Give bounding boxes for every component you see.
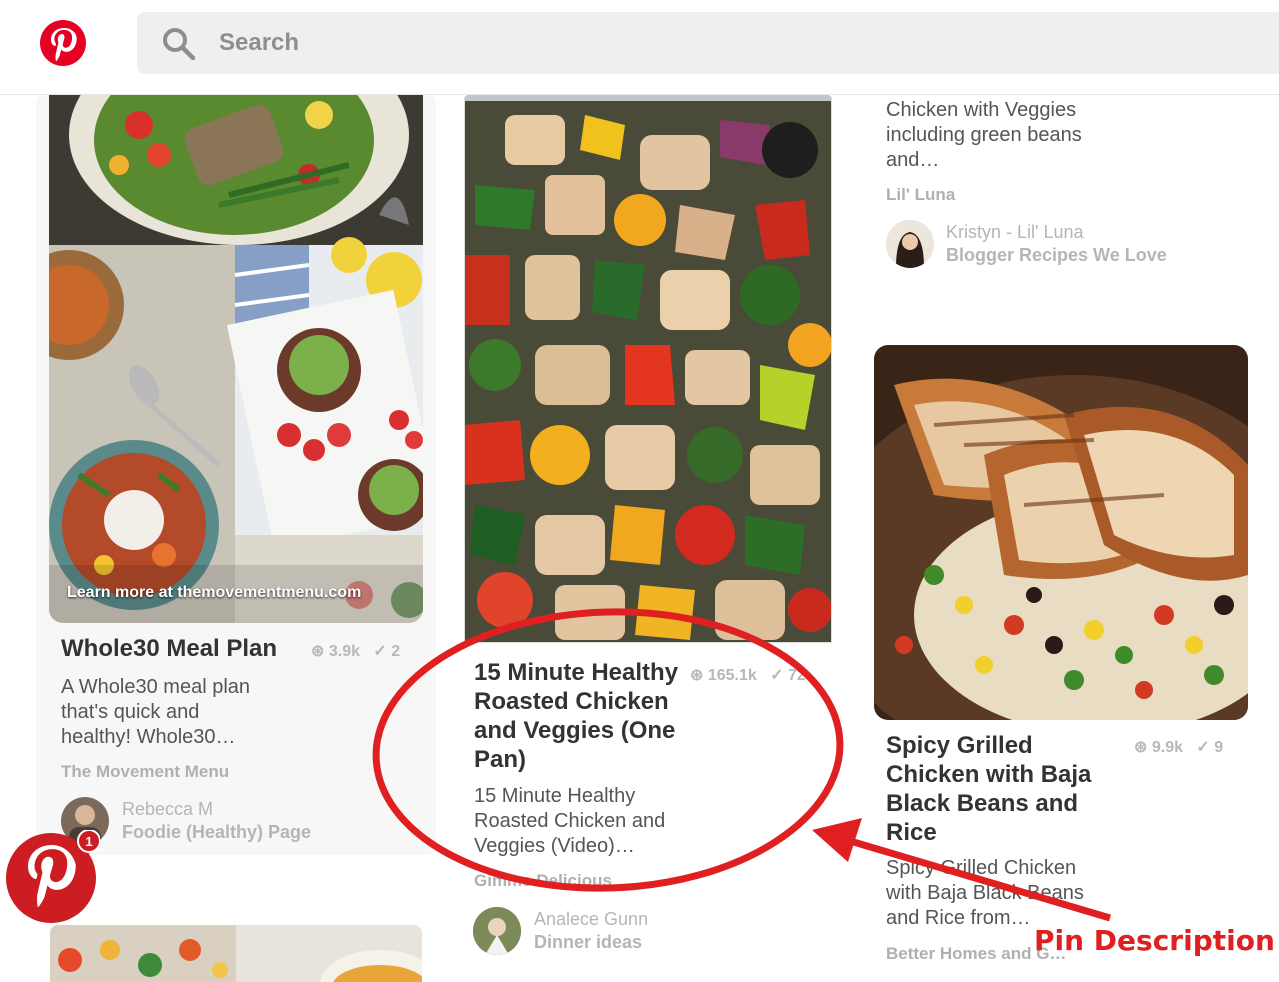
pin-card-whole30[interactable]: Learn more at themovementmenu.com Whole3… bbox=[36, 95, 436, 855]
pin-stats: ⊛ 165.1k ✓ 72 bbox=[690, 665, 806, 685]
search-icon bbox=[163, 28, 196, 61]
pin-image-overlay-text: Learn more at themovementmenu.com bbox=[67, 584, 362, 601]
pin-description: Chicken with Veggies including green bea… bbox=[886, 99, 1082, 171]
pin-description: A Whole30 meal plan that's quick and hea… bbox=[61, 676, 251, 748]
pin-source-link[interactable]: The Movement Menu bbox=[61, 762, 229, 782]
board-name: Blogger Recipes We Love bbox=[946, 245, 1167, 265]
pinner-info[interactable]: Rebecca M Foodie (Healthy) Page bbox=[122, 798, 311, 844]
search-bar[interactable] bbox=[137, 12, 1279, 74]
board-name: Dinner ideas bbox=[534, 932, 643, 952]
board-name: Foodie (Healthy) Page bbox=[122, 822, 312, 842]
comment-count: 72 bbox=[788, 667, 806, 684]
grilled-chicken-rice-image bbox=[874, 345, 1248, 720]
pin-image-whole30[interactable]: Learn more at themovementmenu.com bbox=[49, 95, 423, 623]
annotation-label: Pin Description bbox=[1034, 924, 1275, 957]
check-icon: ✓ bbox=[373, 643, 387, 660]
pin-image-spicy-chicken[interactable] bbox=[874, 345, 1248, 720]
search-input[interactable] bbox=[219, 24, 1119, 62]
pin-card-roasted-chicken[interactable]: 15 Minute Healthy Roasted Chicken and Ve… bbox=[462, 95, 834, 982]
avatar[interactable] bbox=[473, 907, 521, 955]
pin-description: 15 Minute Healthy Roasted Chicken and Ve… bbox=[474, 785, 666, 857]
save-count: 165.1k bbox=[707, 667, 757, 684]
pinterest-notification-icon[interactable]: 1 bbox=[6, 830, 100, 924]
check-icon: ✓ bbox=[1196, 739, 1210, 756]
pin-description: Spicy Grilled Chicken with Baja Black Be… bbox=[886, 857, 1084, 929]
food-collage-image bbox=[49, 95, 423, 623]
pin-card-lil-luna[interactable]: Chicken with Veggies including green bea… bbox=[872, 95, 1252, 280]
notification-count: 1 bbox=[85, 834, 92, 849]
pin-save-icon: ⊛ bbox=[1134, 739, 1148, 756]
pinner-info[interactable]: Kristyn - Lil' Luna Blogger Recipes We L… bbox=[946, 221, 1167, 267]
top-bar bbox=[0, 0, 1279, 95]
pin-save-icon: ⊛ bbox=[690, 667, 704, 684]
pin-source-link[interactable]: Gimme Delicious bbox=[474, 871, 612, 891]
pin-stats: ⊛ 9.9k ✓ 9 bbox=[1134, 737, 1223, 757]
pinner-name: Rebecca M bbox=[122, 799, 214, 819]
pin-source-link[interactable]: Lil' Luna bbox=[886, 185, 955, 205]
save-count: 9.9k bbox=[1151, 739, 1183, 756]
pin-title[interactable]: 15 Minute Healthy Roasted Chicken and Ve… bbox=[474, 658, 678, 774]
pin-image-partial bbox=[50, 925, 422, 982]
comment-count: 2 bbox=[391, 643, 401, 660]
roasted-chicken-veggies-image bbox=[465, 95, 831, 642]
pin-card-partial[interactable] bbox=[50, 925, 422, 982]
check-icon: ✓ bbox=[770, 667, 784, 684]
avatar[interactable] bbox=[886, 220, 934, 268]
pin-title[interactable]: Spicy Grilled Chicken with Baja Black Be… bbox=[886, 731, 1091, 847]
pinterest-logo-icon[interactable] bbox=[40, 20, 86, 66]
save-count: 3.9k bbox=[328, 643, 360, 660]
pin-card-spicy-chicken[interactable]: Spicy Grilled Chicken with Baja Black Be… bbox=[872, 345, 1252, 982]
pinner-name: Analece Gunn bbox=[534, 909, 649, 929]
pinner-info[interactable]: Analece Gunn Dinner ideas bbox=[534, 908, 648, 954]
comment-count: 9 bbox=[1214, 739, 1224, 756]
pin-title[interactable]: Whole30 Meal Plan bbox=[61, 634, 277, 663]
pin-save-icon: ⊛ bbox=[311, 643, 325, 660]
pin-image-roasted-chicken[interactable] bbox=[464, 95, 832, 643]
pinner-name: Kristyn - Lil' Luna bbox=[946, 222, 1084, 242]
pin-stats: ⊛ 3.9k ✓ 2 bbox=[311, 641, 400, 661]
